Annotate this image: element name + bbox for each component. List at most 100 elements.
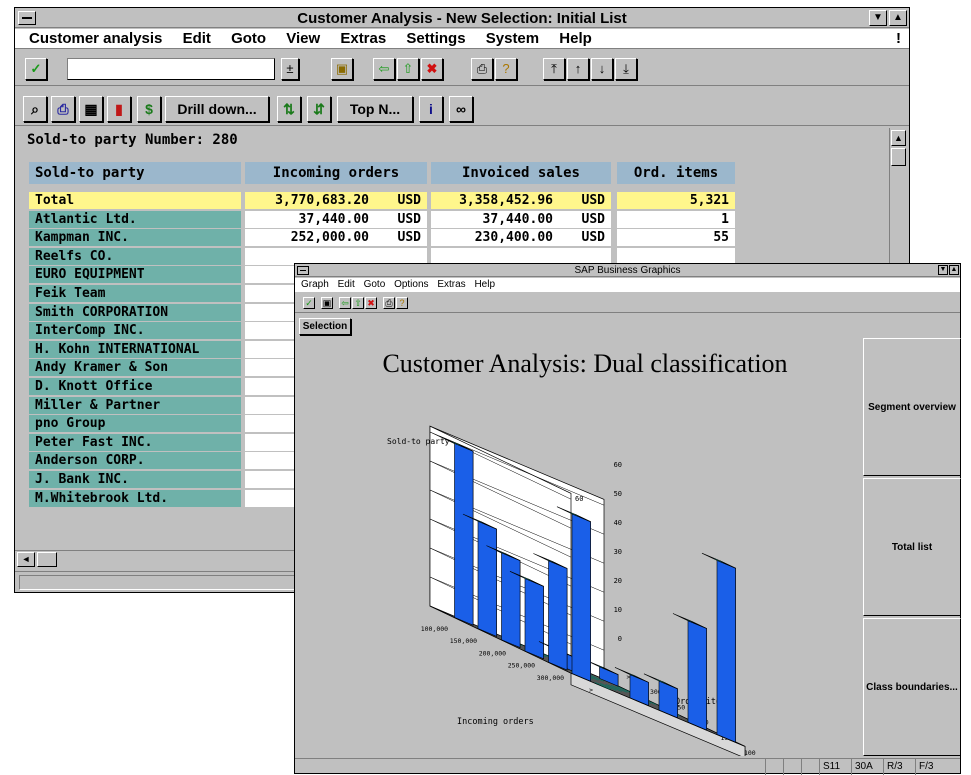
graphics-title-bar: SAP Business Graphics ▼ ▲ bbox=[295, 264, 960, 277]
print-icon[interactable]: ⎙ bbox=[471, 58, 493, 80]
g-up-icon[interactable]: ⇧ bbox=[352, 297, 364, 309]
vertical-scroll-thumb[interactable] bbox=[891, 148, 906, 166]
scroll-up-arrow-icon[interactable]: ▲ bbox=[891, 130, 906, 146]
menu-goto[interactable]: Goto bbox=[231, 29, 266, 49]
z-tick-label-left: 50 bbox=[614, 490, 622, 498]
table-cell-sales: 230,400.00 bbox=[431, 229, 559, 248]
menu-extras[interactable]: Extras bbox=[340, 29, 386, 49]
scroll-left-arrow-icon[interactable]: ◄ bbox=[17, 552, 35, 567]
menu-help[interactable]: Help bbox=[559, 29, 592, 49]
menu-customer-analysis[interactable]: Customer analysis bbox=[29, 29, 162, 49]
table-cell-party[interactable]: H. Kohn INTERNATIONAL bbox=[29, 340, 241, 359]
g-save-icon[interactable]: ▣ bbox=[321, 297, 333, 309]
gmenu-goto[interactable]: Goto bbox=[364, 278, 386, 292]
chart-bar-side-face bbox=[716, 559, 736, 743]
table-cell-party[interactable]: Smith CORPORATION bbox=[29, 303, 241, 322]
sort-descending-icon[interactable]: ⇵ bbox=[307, 96, 331, 122]
currency-icon[interactable]: $ bbox=[137, 96, 161, 122]
column-header-incoming-orders[interactable]: Incoming orders bbox=[245, 162, 427, 184]
x-tick-label: 200,000 bbox=[479, 649, 506, 657]
table-cell-party[interactable]: Reelfs CO. bbox=[29, 247, 241, 266]
maximize-icon[interactable]: ▲ bbox=[889, 10, 907, 26]
gmenu-graph[interactable]: Graph bbox=[301, 278, 329, 292]
next-page-icon[interactable]: ↓ bbox=[591, 58, 613, 80]
back-arrow-icon[interactable]: ⇦ bbox=[373, 58, 395, 80]
x-tick-label: 300,000 bbox=[537, 674, 564, 682]
table-cell-party[interactable]: EURO EQUIPMENT bbox=[29, 266, 241, 285]
first-page-icon[interactable]: ⤒ bbox=[543, 58, 565, 80]
table-cell-party[interactable]: D. Knott Office bbox=[29, 378, 241, 396]
table-cell-party[interactable]: Atlantic Ltd. bbox=[29, 210, 241, 229]
table-cell-party[interactable]: InterComp INC. bbox=[29, 322, 241, 341]
graphics-minimize-icon[interactable]: ▼ bbox=[938, 265, 948, 275]
gmenu-help[interactable]: Help bbox=[474, 278, 495, 292]
bar-chart-icon[interactable]: ▮ bbox=[107, 96, 131, 122]
column-header-sold-to-party[interactable]: Sold-to party bbox=[29, 162, 241, 184]
column-header-invoiced-sales[interactable]: Invoiced sales bbox=[431, 162, 611, 184]
binoculars-icon[interactable]: ∞ bbox=[449, 96, 473, 122]
table-cell-party[interactable]: pno Group bbox=[29, 415, 241, 434]
save-icon[interactable]: ▣ bbox=[331, 58, 353, 80]
class-boundaries-button[interactable]: Class boundaries... bbox=[863, 618, 961, 756]
table-cell-party[interactable]: M.Whitebrook Ltd. bbox=[29, 489, 241, 508]
command-input[interactable] bbox=[68, 59, 274, 79]
table-cell-party[interactable]: Total bbox=[29, 192, 241, 210]
g-back-icon[interactable]: ⇦ bbox=[339, 297, 351, 309]
g-cancel-icon[interactable]: ✖ bbox=[365, 297, 377, 309]
table-cell-party[interactable]: Kampman INC. bbox=[29, 229, 241, 248]
menu-bar: Customer analysis Edit Goto View Extras … bbox=[15, 29, 909, 49]
horizontal-scroll-thumb[interactable] bbox=[37, 552, 57, 567]
info-icon[interactable]: i bbox=[419, 96, 443, 122]
magnifier-icon[interactable]: ⌕ bbox=[23, 96, 47, 122]
total-list-button[interactable]: Total list bbox=[863, 478, 961, 616]
gmenu-extras[interactable]: Extras bbox=[437, 278, 465, 292]
help-exclamation[interactable]: ! bbox=[896, 29, 901, 49]
sort-ascending-icon[interactable]: ⇅ bbox=[277, 96, 301, 122]
command-field[interactable] bbox=[67, 58, 275, 80]
chart-bar-side-face bbox=[524, 578, 544, 660]
g-check-icon[interactable]: ✓ bbox=[303, 297, 315, 309]
calendar-icon[interactable]: ▦ bbox=[79, 96, 103, 122]
up-arrow-icon[interactable]: ⇧ bbox=[397, 58, 419, 80]
table-cell-party[interactable]: Peter Fast INC. bbox=[29, 433, 241, 452]
cancel-x-icon[interactable]: ✖ bbox=[421, 58, 443, 80]
selection-button[interactable]: Selection bbox=[299, 318, 351, 335]
table-cell-party[interactable]: J. Bank INC. bbox=[29, 471, 241, 489]
command-dropdown-icon[interactable]: ± bbox=[281, 58, 299, 80]
print-list-icon[interactable]: ⎙ bbox=[51, 96, 75, 122]
graphics-toolbar: ✓ ▣ ⇦ ⇧ ✖ ⎙ ? bbox=[295, 293, 960, 313]
menu-view[interactable]: View bbox=[286, 29, 320, 49]
drill-down-button[interactable]: Drill down... bbox=[165, 96, 269, 122]
menu-system[interactable]: System bbox=[486, 29, 539, 49]
z-tick-label-left: 0 bbox=[618, 635, 622, 643]
table-cell-party[interactable]: Miller & Partner bbox=[29, 396, 241, 415]
table-cell-party[interactable]: Andy Kramer & Son bbox=[29, 359, 241, 378]
graphics-maximize-icon[interactable]: ▲ bbox=[949, 265, 959, 275]
g-help-icon[interactable]: ? bbox=[396, 297, 408, 309]
help-question-icon[interactable]: ? bbox=[495, 58, 517, 80]
segment-overview-button[interactable]: Segment overview bbox=[863, 338, 961, 476]
column-header-ord-items[interactable]: Ord. items bbox=[617, 162, 735, 184]
z-tick-label-left: 20 bbox=[614, 577, 622, 585]
graphics-system-menu-icon[interactable] bbox=[297, 266, 309, 275]
menu-settings[interactable]: Settings bbox=[406, 29, 465, 49]
top-n-button[interactable]: Top N... bbox=[337, 96, 413, 122]
enter-check-icon[interactable]: ✓ bbox=[25, 58, 47, 80]
status-cell-empty-1 bbox=[765, 759, 781, 775]
table-cell-party[interactable]: Anderson CORP. bbox=[29, 452, 241, 471]
title-bar: Customer Analysis - New Selection: Initi… bbox=[15, 8, 909, 28]
chart-bar-side-face bbox=[548, 560, 568, 671]
table-cell-party[interactable]: Feik Team bbox=[29, 285, 241, 303]
chart-bar-side-face bbox=[454, 442, 474, 626]
standard-toolbar: ✓ ± ▣ ⇦ ⇧ ✖ ⎙ ? ⤒ ↑ ↓ ⤓ bbox=[15, 52, 909, 86]
menu-edit[interactable]: Edit bbox=[183, 29, 211, 49]
prev-page-icon[interactable]: ↑ bbox=[567, 58, 589, 80]
minimize-icon[interactable]: ▼ bbox=[869, 10, 887, 26]
g-print-icon[interactable]: ⎙ bbox=[383, 297, 395, 309]
last-page-icon[interactable]: ⤓ bbox=[615, 58, 637, 80]
table-cell-orders_cur: USD bbox=[375, 229, 427, 248]
gmenu-edit[interactable]: Edit bbox=[338, 278, 355, 292]
business-graphics-window: SAP Business Graphics ▼ ▲ Graph Edit Got… bbox=[294, 263, 961, 775]
list-headline: Sold-to party Number: 280 bbox=[27, 132, 238, 148]
gmenu-options[interactable]: Options bbox=[394, 278, 428, 292]
